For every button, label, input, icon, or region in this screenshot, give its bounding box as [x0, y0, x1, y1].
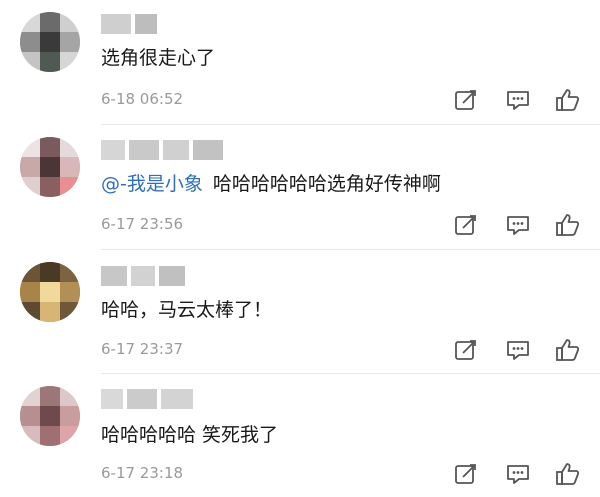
comment-text: 哈哈哈哈哈 笑死我了: [101, 424, 279, 446]
comment-time: 6-17 23:56: [101, 215, 184, 233]
avatar[interactable]: [20, 262, 80, 322]
like-icon[interactable]: [554, 336, 582, 364]
username-blurred[interactable]: [101, 266, 185, 286]
comment-icon[interactable]: [504, 336, 532, 364]
edit-icon[interactable]: [452, 86, 480, 114]
comment-actions: [452, 336, 592, 364]
comment-text: 哈哈，马云太棒了！: [101, 299, 273, 321]
like-icon[interactable]: [554, 211, 582, 239]
divider: [101, 373, 600, 374]
mention-link[interactable]: @-我是小象: [101, 173, 203, 195]
divider: [101, 124, 600, 125]
comment-time: 6-17 23:37: [101, 340, 184, 358]
username-blurred[interactable]: [101, 14, 161, 34]
comment-time: 6-17 23:18: [101, 464, 184, 482]
comment-text: @-我是小象 哈哈哈哈哈哈选角好传神啊: [101, 173, 441, 195]
avatar[interactable]: [20, 12, 80, 72]
username-blurred[interactable]: [101, 140, 223, 160]
username-blurred[interactable]: [101, 389, 193, 409]
comment-time: 6-18 06:52: [101, 90, 184, 108]
divider: [101, 249, 600, 250]
edit-icon[interactable]: [452, 211, 480, 239]
avatar[interactable]: [20, 137, 80, 197]
like-icon[interactable]: [554, 86, 582, 114]
like-icon[interactable]: [554, 460, 582, 488]
comment-icon[interactable]: [504, 460, 532, 488]
comment-text: 选角很走心了: [101, 47, 216, 69]
comment-actions: [452, 86, 592, 114]
comment-actions: [452, 211, 592, 239]
avatar[interactable]: [20, 386, 80, 446]
comment-icon[interactable]: [504, 211, 532, 239]
comment-icon[interactable]: [504, 86, 532, 114]
edit-icon[interactable]: [452, 336, 480, 364]
comment-actions: [452, 460, 592, 488]
edit-icon[interactable]: [452, 460, 480, 488]
